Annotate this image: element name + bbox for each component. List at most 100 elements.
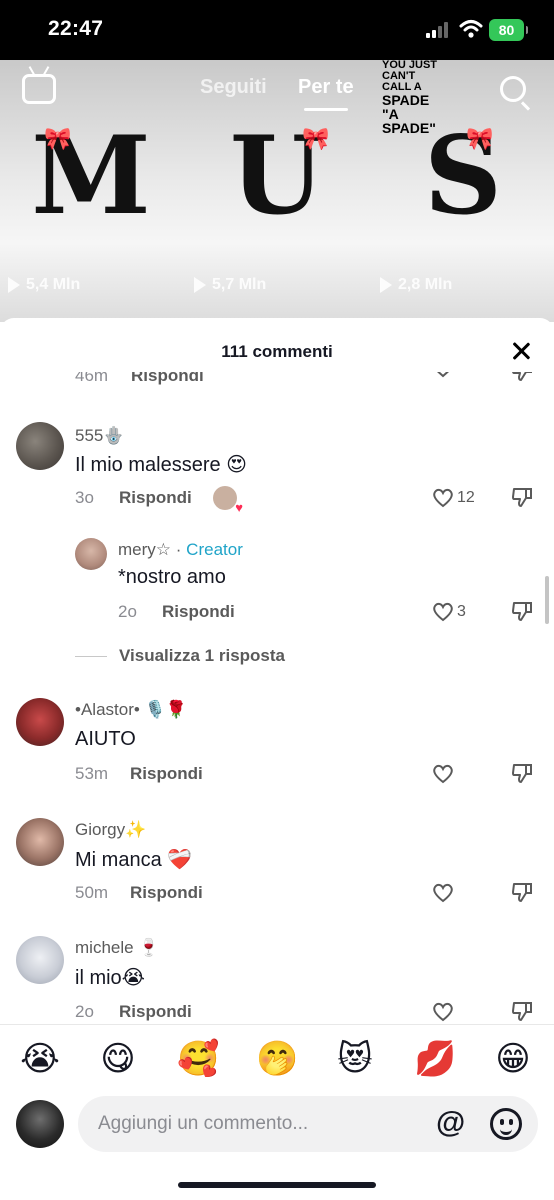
bow-icon: 🎀 — [44, 126, 72, 151]
comment-username[interactable]: Giorgy✨ — [75, 820, 146, 840]
wifi-icon — [459, 20, 483, 38]
comment-username[interactable]: 555🪬 — [75, 426, 125, 446]
sheet-header: 111 commenti — [0, 318, 554, 378]
tile-views: 2,8 Mln — [380, 276, 452, 294]
dislike-icon[interactable] — [511, 486, 533, 508]
emoji-quick-bar: 😭 😋 🥰 🤭 😻 💋 😁 — [0, 1024, 554, 1092]
reply-button[interactable]: Rispondi — [130, 883, 203, 903]
overlay-line: SPADE "A — [382, 92, 430, 122]
overlay-text: YOU JUST CAN'T CALL A SPADE "A SPADE" — [382, 60, 446, 136]
top-nav: Seguiti Per te YOU JUST CAN'T CALL A SPA… — [0, 60, 554, 135]
heart-icon[interactable] — [432, 602, 454, 622]
comment-item: Giorgy✨ Mi manca ❤️‍🩹 50m Rispondi — [0, 818, 554, 918]
like-count: 3 — [457, 603, 466, 620]
reply-username[interactable]: mery☆ · Creator — [118, 540, 243, 560]
creator-liked-avatar — [213, 486, 243, 515]
comment-time: 2o — [118, 602, 137, 621]
views-count: 2,8 Mln — [398, 276, 453, 293]
comment-time: 2o — [75, 1002, 94, 1021]
view-replies-label: Visualizza 1 risposta — [119, 646, 285, 665]
battery-level: 80 — [498, 22, 515, 38]
dislike-icon[interactable] — [511, 1000, 533, 1022]
emoji-button[interactable]: 😁 — [493, 1039, 533, 1079]
list-item: 46m Rispondi — [0, 372, 554, 386]
comment-time: 53m — [75, 764, 109, 783]
comment-item: 555🪬 Il mio malessere 😍 3o Rispondi 12 — [0, 422, 554, 532]
live-tv-icon[interactable] — [22, 74, 56, 104]
comments-count-title: 111 commenti — [221, 342, 333, 361]
bow-icon: 🎀 — [466, 126, 494, 151]
view-replies-button[interactable]: Visualizza 1 risposta — [75, 646, 285, 666]
tab-following[interactable]: Seguiti — [200, 76, 267, 99]
tile-views: 5,7 Mln — [194, 276, 266, 294]
comment-text: il mio😭 — [75, 967, 146, 989]
like-count: 12 — [457, 489, 475, 506]
status-time: 22:47 — [48, 17, 104, 40]
comment-username[interactable]: michele 🍷 — [75, 938, 159, 958]
reply-button[interactable]: Rispondi — [119, 1002, 192, 1022]
reply-button[interactable]: Rispondi — [119, 488, 192, 508]
reply-button[interactable]: Rispondi — [130, 764, 203, 784]
reply-text: *nostro amo — [118, 566, 226, 588]
heart-icon[interactable] — [432, 883, 454, 903]
separator: · — [175, 540, 182, 559]
comment-text: Il mio malessere 😍 — [75, 454, 248, 476]
play-icon — [8, 277, 20, 293]
views-count: 5,7 Mln — [212, 276, 267, 293]
dislike-icon[interactable] — [511, 881, 533, 903]
play-icon — [380, 277, 392, 293]
heart-icon[interactable] — [432, 488, 454, 508]
reply-button[interactable]: Rispondi — [131, 372, 204, 386]
play-icon — [194, 277, 206, 293]
avatar[interactable] — [16, 936, 64, 984]
avatar[interactable] — [75, 538, 107, 570]
comment-time: 3o — [75, 488, 94, 507]
emoji-picker-icon[interactable] — [490, 1108, 522, 1140]
avatar[interactable] — [16, 422, 64, 470]
tile-views: 5,4 Mln — [8, 276, 80, 294]
divider — [75, 655, 107, 657]
comment-username[interactable]: •Alastor• 🎙️🌹 — [75, 700, 187, 720]
comment-item: michele 🍷 il mio😭 2o Rispondi — [0, 936, 554, 1024]
emoji-button[interactable]: 😻 — [335, 1039, 375, 1079]
avatar[interactable] — [16, 698, 64, 746]
heart-icon[interactable] — [432, 764, 454, 784]
emoji-button[interactable]: 😋 — [98, 1039, 138, 1079]
overlay-line: SPADE" — [382, 120, 436, 136]
tab-for-you[interactable]: Per te — [298, 76, 354, 111]
dislike-icon[interactable] — [511, 372, 533, 382]
scrollbar[interactable] — [545, 576, 549, 624]
comment-input[interactable]: Aggiungi un commento... @ — [78, 1096, 538, 1152]
dislike-icon[interactable] — [511, 762, 533, 784]
close-icon[interactable] — [510, 340, 532, 362]
chevron-down-icon[interactable] — [432, 372, 454, 382]
comment-input-placeholder: Aggiungi un commento... — [98, 1113, 309, 1134]
home-indicator — [178, 1182, 376, 1188]
reply-button[interactable]: Rispondi — [162, 602, 235, 622]
emoji-button[interactable]: 🥰 — [177, 1039, 219, 1079]
emoji-button[interactable]: 😭 — [20, 1039, 60, 1079]
emoji-button[interactable]: 💋 — [414, 1039, 456, 1079]
overlay-line: CAN'T CALL A — [382, 70, 422, 93]
views-count: 5,4 Mln — [26, 276, 81, 293]
comment-text: Mi manca ❤️‍🩹 — [75, 849, 193, 871]
comments-list[interactable]: 46m Rispondi 555🪬 Il mio malessere 😍 3o … — [0, 372, 554, 1024]
tile-letter: U — [229, 113, 325, 239]
mention-icon[interactable]: @ — [436, 1106, 465, 1140]
tile-letter: M — [31, 113, 151, 239]
comment-item: •Alastor• 🎙️🌹 AIUTO 53m Rispondi — [0, 698, 554, 798]
status-bar: 22:47 80 — [0, 0, 554, 60]
avatar[interactable] — [16, 818, 64, 866]
reply-username-text: mery☆ — [118, 540, 172, 559]
battery-icon: 80 — [489, 19, 528, 41]
reply-item: mery☆ · Creator *nostro amo 2o Rispondi … — [0, 538, 554, 634]
search-icon[interactable] — [500, 76, 526, 102]
heart-icon[interactable] — [432, 1002, 454, 1022]
emoji-button[interactable]: 🤭 — [256, 1039, 298, 1079]
cellular-signal-icon — [426, 22, 450, 38]
comment-time: 46m — [75, 372, 109, 385]
avatar[interactable] — [16, 1100, 64, 1148]
comment-composer: Aggiungi un commento... @ — [0, 1092, 554, 1156]
comment-text: AIUTO — [75, 728, 136, 750]
dislike-icon[interactable] — [511, 600, 533, 622]
